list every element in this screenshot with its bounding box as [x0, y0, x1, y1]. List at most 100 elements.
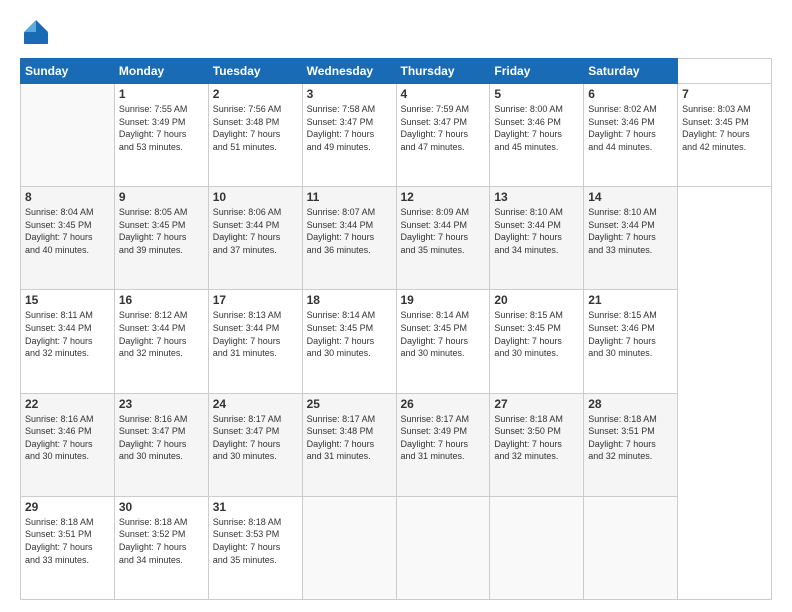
calendar-cell: 17 Sunrise: 8:13 AM Sunset: 3:44 PM Dayl… [208, 290, 302, 393]
col-header-thursday: Thursday [396, 59, 490, 84]
day-number: 17 [213, 293, 298, 307]
calendar-cell: 24 Sunrise: 8:17 AM Sunset: 3:47 PM Dayl… [208, 393, 302, 496]
cell-info: Sunrise: 8:15 AM Sunset: 3:46 PM Dayligh… [588, 309, 673, 359]
day-number: 5 [494, 87, 579, 101]
page: SundayMondayTuesdayWednesdayThursdayFrid… [0, 0, 792, 612]
day-number: 16 [119, 293, 204, 307]
week-row-3: 15 Sunrise: 8:11 AM Sunset: 3:44 PM Dayl… [21, 290, 772, 393]
day-number: 7 [682, 87, 767, 101]
cell-info: Sunrise: 8:05 AM Sunset: 3:45 PM Dayligh… [119, 206, 204, 256]
day-number: 27 [494, 397, 579, 411]
cell-info: Sunrise: 8:18 AM Sunset: 3:50 PM Dayligh… [494, 413, 579, 463]
day-number: 15 [25, 293, 110, 307]
col-header-saturday: Saturday [584, 59, 678, 84]
calendar-cell: 9 Sunrise: 8:05 AM Sunset: 3:45 PM Dayli… [114, 187, 208, 290]
calendar-cell: 2 Sunrise: 7:56 AM Sunset: 3:48 PM Dayli… [208, 84, 302, 187]
cell-info: Sunrise: 8:17 AM Sunset: 3:47 PM Dayligh… [213, 413, 298, 463]
cell-info: Sunrise: 8:07 AM Sunset: 3:44 PM Dayligh… [307, 206, 392, 256]
day-number: 4 [401, 87, 486, 101]
day-number: 25 [307, 397, 392, 411]
calendar-cell: 25 Sunrise: 8:17 AM Sunset: 3:48 PM Dayl… [302, 393, 396, 496]
cell-info: Sunrise: 8:10 AM Sunset: 3:44 PM Dayligh… [494, 206, 579, 256]
calendar-cell [584, 496, 678, 599]
col-header-wednesday: Wednesday [302, 59, 396, 84]
day-number: 8 [25, 190, 110, 204]
calendar-cell: 16 Sunrise: 8:12 AM Sunset: 3:44 PM Dayl… [114, 290, 208, 393]
calendar-cell: 10 Sunrise: 8:06 AM Sunset: 3:44 PM Dayl… [208, 187, 302, 290]
week-row-1: 1 Sunrise: 7:55 AM Sunset: 3:49 PM Dayli… [21, 84, 772, 187]
cell-info: Sunrise: 8:09 AM Sunset: 3:44 PM Dayligh… [401, 206, 486, 256]
calendar-cell: 22 Sunrise: 8:16 AM Sunset: 3:46 PM Dayl… [21, 393, 115, 496]
day-number: 14 [588, 190, 673, 204]
day-number: 9 [119, 190, 204, 204]
calendar-cell: 29 Sunrise: 8:18 AM Sunset: 3:51 PM Dayl… [21, 496, 115, 599]
calendar-cell: 6 Sunrise: 8:02 AM Sunset: 3:46 PM Dayli… [584, 84, 678, 187]
cell-info: Sunrise: 8:13 AM Sunset: 3:44 PM Dayligh… [213, 309, 298, 359]
day-number: 28 [588, 397, 673, 411]
calendar-cell: 3 Sunrise: 7:58 AM Sunset: 3:47 PM Dayli… [302, 84, 396, 187]
calendar-cell: 27 Sunrise: 8:18 AM Sunset: 3:50 PM Dayl… [490, 393, 584, 496]
week-row-5: 29 Sunrise: 8:18 AM Sunset: 3:51 PM Dayl… [21, 496, 772, 599]
calendar-cell: 11 Sunrise: 8:07 AM Sunset: 3:44 PM Dayl… [302, 187, 396, 290]
calendar-cell: 21 Sunrise: 8:15 AM Sunset: 3:46 PM Dayl… [584, 290, 678, 393]
day-number: 21 [588, 293, 673, 307]
calendar-cell: 7 Sunrise: 8:03 AM Sunset: 3:45 PM Dayli… [678, 84, 772, 187]
cell-info: Sunrise: 8:17 AM Sunset: 3:48 PM Dayligh… [307, 413, 392, 463]
calendar-cell: 4 Sunrise: 7:59 AM Sunset: 3:47 PM Dayli… [396, 84, 490, 187]
cell-info: Sunrise: 8:06 AM Sunset: 3:44 PM Dayligh… [213, 206, 298, 256]
day-number: 10 [213, 190, 298, 204]
day-number: 1 [119, 87, 204, 101]
logo [20, 16, 56, 48]
cell-info: Sunrise: 8:18 AM Sunset: 3:53 PM Dayligh… [213, 516, 298, 566]
calendar-cell: 19 Sunrise: 8:14 AM Sunset: 3:45 PM Dayl… [396, 290, 490, 393]
calendar-cell [396, 496, 490, 599]
cell-info: Sunrise: 8:16 AM Sunset: 3:47 PM Dayligh… [119, 413, 204, 463]
calendar-cell: 5 Sunrise: 8:00 AM Sunset: 3:46 PM Dayli… [490, 84, 584, 187]
cell-info: Sunrise: 7:59 AM Sunset: 3:47 PM Dayligh… [401, 103, 486, 153]
day-number: 18 [307, 293, 392, 307]
day-number: 24 [213, 397, 298, 411]
day-number: 3 [307, 87, 392, 101]
col-header-monday: Monday [114, 59, 208, 84]
calendar-cell [21, 84, 115, 187]
day-number: 11 [307, 190, 392, 204]
calendar-cell: 26 Sunrise: 8:17 AM Sunset: 3:49 PM Dayl… [396, 393, 490, 496]
calendar-cell: 18 Sunrise: 8:14 AM Sunset: 3:45 PM Dayl… [302, 290, 396, 393]
calendar-cell: 12 Sunrise: 8:09 AM Sunset: 3:44 PM Dayl… [396, 187, 490, 290]
day-number: 26 [401, 397, 486, 411]
day-number: 2 [213, 87, 298, 101]
week-row-4: 22 Sunrise: 8:16 AM Sunset: 3:46 PM Dayl… [21, 393, 772, 496]
cell-info: Sunrise: 8:14 AM Sunset: 3:45 PM Dayligh… [307, 309, 392, 359]
cell-info: Sunrise: 8:03 AM Sunset: 3:45 PM Dayligh… [682, 103, 767, 153]
calendar-cell: 23 Sunrise: 8:16 AM Sunset: 3:47 PM Dayl… [114, 393, 208, 496]
cell-info: Sunrise: 8:18 AM Sunset: 3:51 PM Dayligh… [25, 516, 110, 566]
day-number: 29 [25, 500, 110, 514]
day-number: 13 [494, 190, 579, 204]
cell-info: Sunrise: 7:56 AM Sunset: 3:48 PM Dayligh… [213, 103, 298, 153]
header [20, 16, 772, 48]
cell-info: Sunrise: 8:00 AM Sunset: 3:46 PM Dayligh… [494, 103, 579, 153]
cell-info: Sunrise: 8:12 AM Sunset: 3:44 PM Dayligh… [119, 309, 204, 359]
col-header-tuesday: Tuesday [208, 59, 302, 84]
calendar-cell: 20 Sunrise: 8:15 AM Sunset: 3:45 PM Dayl… [490, 290, 584, 393]
day-number: 30 [119, 500, 204, 514]
day-number: 22 [25, 397, 110, 411]
col-header-sunday: Sunday [21, 59, 115, 84]
calendar-table: SundayMondayTuesdayWednesdayThursdayFrid… [20, 58, 772, 600]
calendar-cell: 30 Sunrise: 8:18 AM Sunset: 3:52 PM Dayl… [114, 496, 208, 599]
day-number: 31 [213, 500, 298, 514]
cell-info: Sunrise: 8:17 AM Sunset: 3:49 PM Dayligh… [401, 413, 486, 463]
cell-info: Sunrise: 8:14 AM Sunset: 3:45 PM Dayligh… [401, 309, 486, 359]
cell-info: Sunrise: 7:55 AM Sunset: 3:49 PM Dayligh… [119, 103, 204, 153]
cell-info: Sunrise: 8:18 AM Sunset: 3:51 PM Dayligh… [588, 413, 673, 463]
cell-info: Sunrise: 8:02 AM Sunset: 3:46 PM Dayligh… [588, 103, 673, 153]
day-number: 12 [401, 190, 486, 204]
cell-info: Sunrise: 8:04 AM Sunset: 3:45 PM Dayligh… [25, 206, 110, 256]
calendar-cell: 8 Sunrise: 8:04 AM Sunset: 3:45 PM Dayli… [21, 187, 115, 290]
day-number: 6 [588, 87, 673, 101]
col-header-friday: Friday [490, 59, 584, 84]
calendar-cell: 15 Sunrise: 8:11 AM Sunset: 3:44 PM Dayl… [21, 290, 115, 393]
calendar-cell: 1 Sunrise: 7:55 AM Sunset: 3:49 PM Dayli… [114, 84, 208, 187]
calendar-cell: 13 Sunrise: 8:10 AM Sunset: 3:44 PM Dayl… [490, 187, 584, 290]
cell-info: Sunrise: 8:15 AM Sunset: 3:45 PM Dayligh… [494, 309, 579, 359]
